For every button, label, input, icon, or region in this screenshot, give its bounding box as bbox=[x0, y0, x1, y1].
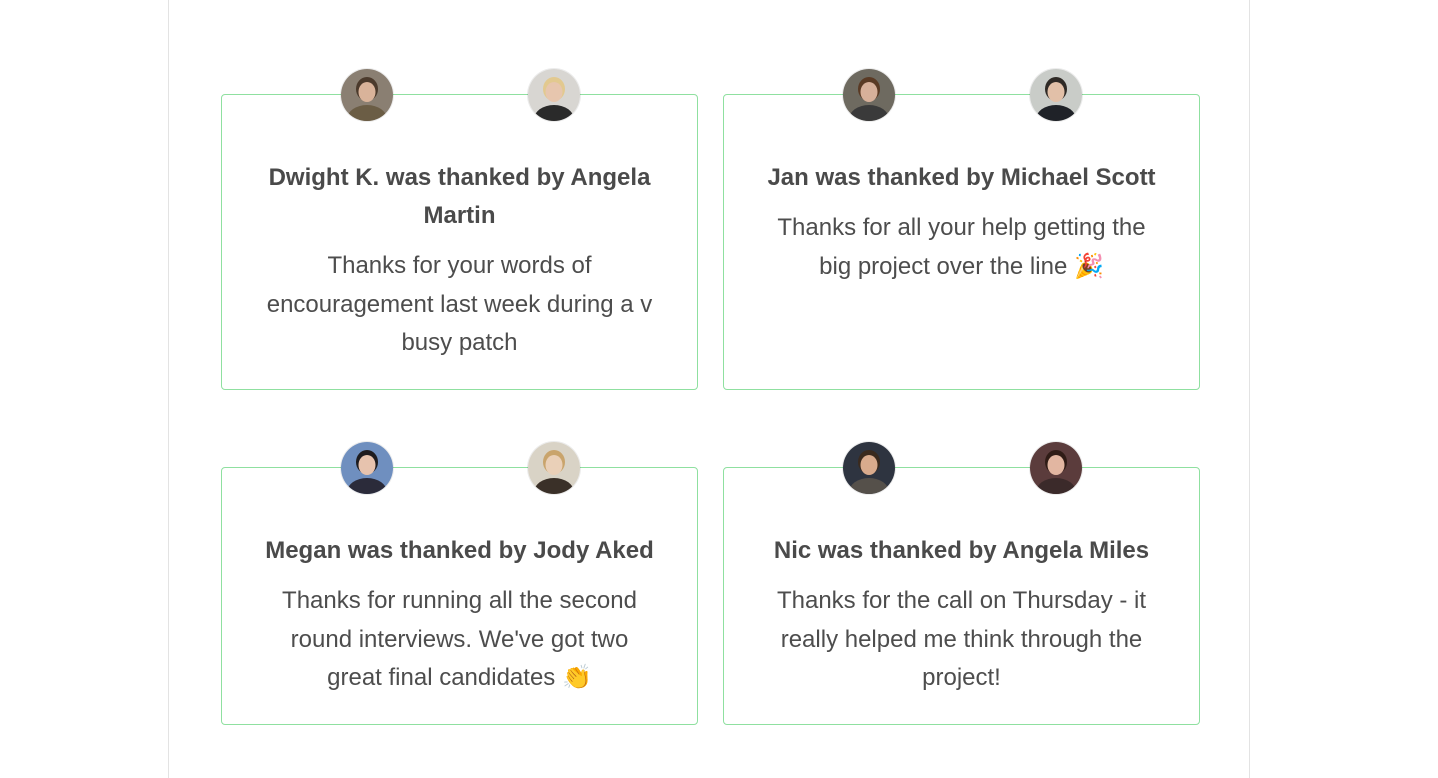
michael-avatar[interactable] bbox=[1030, 69, 1082, 121]
megan-avatar[interactable] bbox=[341, 442, 393, 494]
thanks-message: Thanks for running all the second round … bbox=[282, 587, 637, 691]
thanks-card-megan: Megan was thanked by Jody Aked Thanks fo… bbox=[221, 442, 698, 725]
thanks-message: Thanks for all your help getting the big… bbox=[777, 214, 1146, 280]
avatar-photo bbox=[528, 69, 580, 121]
avatar-photo bbox=[1030, 69, 1082, 121]
angela-avatar[interactable] bbox=[528, 69, 580, 121]
avatar-photo bbox=[341, 69, 393, 121]
avatar-photo bbox=[528, 442, 580, 494]
thanks-title: Nic was thanked by Angela Miles bbox=[773, 537, 1150, 564]
thanks-card-dwight: Dwight K. was thanked by Angela Martin T… bbox=[221, 69, 698, 390]
jody-avatar[interactable] bbox=[528, 442, 580, 494]
dwight-avatar[interactable] bbox=[341, 69, 393, 121]
avatar-photo bbox=[1030, 442, 1082, 494]
jan-avatar[interactable] bbox=[843, 69, 895, 121]
thanks-title: Dwight K. was thanked by Angela Martin bbox=[268, 164, 651, 229]
page-container: Dwight K. was thanked by Angela Martin T… bbox=[168, 0, 1250, 778]
avatar-photo bbox=[843, 442, 895, 494]
thanks-title: Megan was thanked by Jody Aked bbox=[265, 537, 654, 564]
thanks-card-nic: Nic was thanked by Angela Miles Thanks f… bbox=[723, 442, 1200, 725]
nic-avatar[interactable] bbox=[843, 442, 895, 494]
avatar-photo bbox=[843, 69, 895, 121]
thanks-card-jan: Jan was thanked by Michael Scott Thanks … bbox=[723, 69, 1200, 390]
thanks-message: Thanks for the call on Thursday - it rea… bbox=[776, 587, 1147, 691]
thanks-message: Thanks for your words of encouragement l… bbox=[266, 252, 653, 356]
angela-miles-avatar[interactable] bbox=[1030, 442, 1082, 494]
thanks-title: Jan was thanked by Michael Scott bbox=[767, 164, 1156, 191]
avatar-photo bbox=[341, 442, 393, 494]
